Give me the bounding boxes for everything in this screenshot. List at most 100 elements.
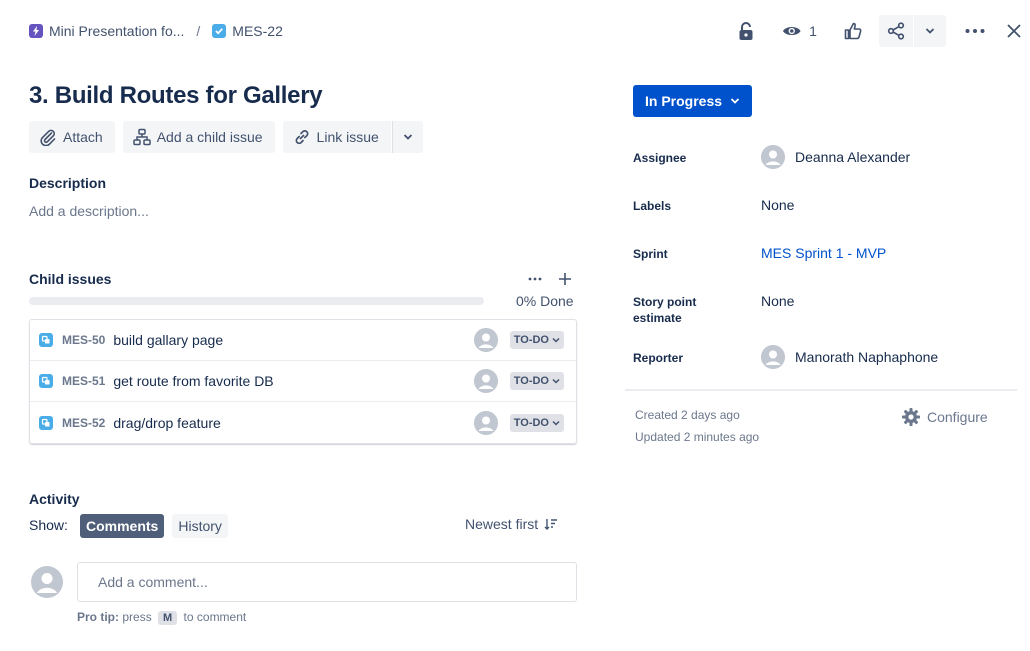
child-issue-summary[interactable]: get route from favorite DB [113, 373, 473, 389]
unassigned-avatar-icon[interactable] [473, 410, 498, 435]
issue-title[interactable]: 3. Build Routes for Gallery [29, 82, 323, 110]
subtask-icon [39, 415, 53, 430]
assignee-label: Assignee [633, 151, 687, 165]
issue-toolbar: Attach Add a child issue Link issue [29, 121, 423, 153]
child-issue-status[interactable]: TO-DO [509, 413, 564, 432]
eye-icon [782, 26, 801, 36]
comment-input[interactable]: Add a comment... [77, 562, 577, 602]
unassigned-avatar-icon[interactable] [473, 328, 498, 352]
breadcrumb-issue-key: MES-22 [232, 23, 283, 39]
child-issue-key[interactable]: MES-52 [62, 416, 105, 430]
unassigned-avatar-icon[interactable] [473, 369, 498, 393]
updated-date: Updated 2 minutes ago [635, 430, 760, 444]
labels-field[interactable]: None [761, 197, 794, 213]
breadcrumb-separator: / [196, 23, 201, 39]
sprint-field[interactable]: MES Sprint 1 - MVP [761, 245, 886, 261]
child-issue-key[interactable]: MES-51 [62, 374, 105, 388]
link-issue-button[interactable]: Link issue [282, 121, 391, 153]
status-label: In Progress [645, 93, 723, 109]
configure-label: Configure [927, 409, 988, 425]
subtask-icon [39, 333, 53, 347]
link-icon [295, 130, 309, 145]
more-horizontal-icon [965, 29, 985, 33]
activity-show-label: Show: [29, 517, 68, 533]
child-issues-heading: Child issues [29, 271, 112, 287]
tab-comments[interactable]: Comments [80, 514, 165, 538]
description-field[interactable]: Add a description... [29, 203, 149, 219]
current-user-avatar [31, 566, 63, 598]
vote-button[interactable] [836, 15, 870, 47]
activity-tabs: Comments History [80, 514, 228, 538]
user-avatar-icon [31, 566, 63, 598]
child-issue-key[interactable]: MES-50 [62, 333, 105, 347]
share-group [879, 15, 947, 47]
add-child-issue-button[interactable]: Add a child issue [122, 121, 275, 153]
breadcrumb-issue[interactable]: MES-22 [212, 23, 283, 39]
sort-order-label: Newest first [465, 516, 539, 532]
child-issue-row[interactable]: MES-50 build gallary page TO-DO [30, 320, 576, 361]
reporter-label: Reporter [633, 351, 684, 365]
child-issue-status-label: TO-DO [513, 375, 549, 387]
attach-label: Attach [63, 129, 103, 145]
labels-label: Labels [633, 199, 672, 213]
gear-icon [902, 408, 920, 426]
details-divider [625, 389, 1017, 391]
more-horizontal-icon [528, 277, 542, 281]
watch-button[interactable]: 1 [778, 15, 821, 47]
child-issues-progress-bar [29, 297, 484, 305]
child-issue-status-label: TO-DO [513, 416, 549, 429]
assignee-name: Deanna Alexander [795, 149, 911, 165]
share-dropdown-button[interactable] [914, 15, 947, 47]
link-issue-group: Link issue [282, 121, 423, 153]
child-issue-row[interactable]: MES-51 get route from favorite DB TO-DO [30, 361, 576, 402]
child-issue-summary[interactable]: build gallary page [113, 332, 473, 348]
link-issue-label: Link issue [316, 129, 379, 145]
description-heading: Description [29, 175, 107, 191]
child-issue-status[interactable]: TO-DO [509, 331, 564, 349]
child-issues-add-button[interactable] [554, 268, 576, 290]
task-checkbox-icon [212, 24, 227, 38]
thumbs-up-icon [844, 22, 862, 40]
more-toolbar-actions-button[interactable] [391, 121, 423, 153]
share-button[interactable] [879, 15, 914, 47]
breadcrumb-project[interactable]: Mini Presentation fo... [29, 23, 184, 39]
epic-icon [29, 24, 43, 38]
attach-button[interactable]: Attach [29, 121, 115, 153]
subtask-icon [39, 374, 53, 388]
paperclip-icon [40, 129, 56, 146]
reporter-field[interactable]: Manorath Naphaphone [761, 345, 938, 369]
assignee-field[interactable]: Deanna Alexander [761, 145, 910, 169]
story-point-label-line2: estimate [633, 311, 682, 325]
pro-tip-label: Pro tip: [77, 610, 119, 624]
child-issue-row[interactable]: MES-52 drag/drop feature TO-DO [30, 402, 576, 443]
chevron-down-icon [552, 378, 560, 384]
chevron-down-icon [926, 28, 935, 34]
tab-history[interactable]: History [172, 514, 228, 538]
story-point-estimate-field[interactable]: None [761, 293, 794, 309]
breadcrumb: Mini Presentation fo... / MES-22 [29, 21, 283, 41]
watch-count: 1 [809, 23, 817, 39]
breadcrumb-project-label: Mini Presentation fo... [49, 23, 185, 39]
sort-order-button[interactable]: Newest first [465, 516, 558, 532]
share-icon [888, 22, 905, 40]
child-issue-status[interactable]: TO-DO [509, 372, 564, 390]
reporter-name: Manorath Naphaphone [795, 349, 939, 365]
pro-tip-press: press [122, 610, 152, 624]
add-child-issue-label: Add a child issue [156, 129, 263, 145]
close-button[interactable] [998, 15, 1030, 47]
lock-button[interactable] [729, 15, 763, 47]
unlock-icon [739, 22, 753, 40]
configure-button[interactable]: Configure [901, 406, 988, 428]
chevron-down-icon [730, 98, 740, 104]
child-issue-status-label: TO-DO [513, 334, 549, 346]
more-actions-button[interactable] [958, 15, 992, 47]
child-issues-more-button[interactable] [524, 268, 546, 290]
story-point-label-line1: Story point [633, 295, 697, 309]
child-issue-summary[interactable]: drag/drop feature [113, 415, 473, 431]
pro-tip-suffix: to comment [183, 610, 247, 624]
reporter-avatar-icon [761, 345, 785, 369]
status-transition-button[interactable]: In Progress [633, 85, 753, 117]
child-issues-list: MES-50 build gallary page TO-DO MES-51 g… [29, 319, 577, 444]
sort-descending-icon [544, 519, 558, 530]
assignee-avatar-icon [761, 145, 785, 169]
